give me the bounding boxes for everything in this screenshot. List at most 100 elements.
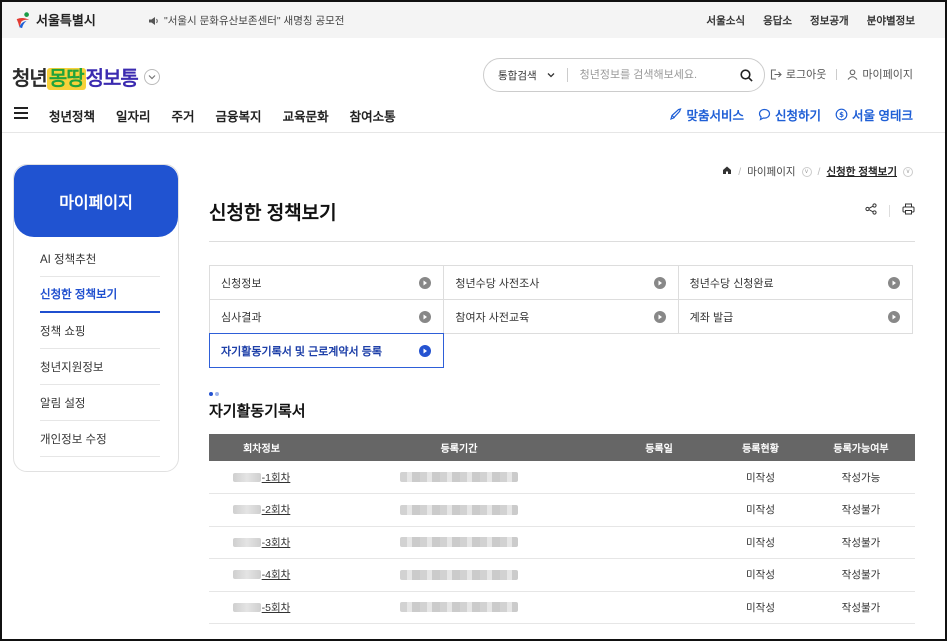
table-row: -5회차 미작성 작성불가 [209, 591, 915, 624]
arrow-circle-icon [887, 276, 900, 289]
round-link[interactable]: -1회차 [232, 470, 290, 485]
account-divider [836, 68, 838, 80]
section-marker [209, 392, 219, 396]
sidebar-item-policy-shopping[interactable]: 정책 쇼핑 [40, 313, 160, 349]
quick-link-custom[interactable]: 맞춤서비스 [669, 105, 744, 124]
search-divider [566, 68, 568, 82]
table-cell-reg-date [604, 461, 714, 494]
search-input[interactable] [579, 69, 730, 81]
table-cell-round: -1회차 [209, 461, 314, 494]
seoul-logo-icon [16, 11, 30, 28]
table-cell-reg-date [604, 558, 714, 592]
arrow-circle-icon [419, 310, 432, 323]
svg-text:$: $ [839, 111, 844, 119]
utility-link-response[interactable]: 응답소 [763, 13, 792, 28]
sub-nav-activity-record[interactable]: 자기활동기록서 및 근로계약서 등록 [209, 333, 445, 368]
table-cell-reg-date [604, 526, 714, 559]
utility-link-news[interactable]: 서울소식 [706, 13, 745, 28]
sub-nav-account-issue[interactable]: 계좌 발급 [677, 299, 913, 334]
arrow-circle-icon [887, 310, 900, 323]
redacted-text [232, 505, 261, 515]
arrow-circle-icon [653, 310, 666, 323]
sub-nav-row: 심사결과 참여자 사전교육 계좌 발급 [209, 299, 915, 334]
sidebar-item-notifications[interactable]: 알림 설정 [40, 385, 160, 421]
chevron-down-icon[interactable]: v [903, 166, 913, 177]
share-icon[interactable] [865, 202, 877, 220]
title-divider [209, 241, 915, 242]
table-cell-reg-date [604, 591, 714, 624]
search-bar: 통합검색 [483, 58, 765, 92]
table-header-status: 등록현황 [714, 434, 807, 461]
brand-logo[interactable]: 청년 몽땅 정보통 [12, 62, 160, 91]
table-row: -4회차 미작성 작성불가 [209, 558, 915, 592]
sub-nav-application-complete[interactable]: 청년수당 신청완료 [677, 265, 913, 300]
utility-links: 서울소식 응답소 정보공개 분야별정보 [706, 13, 915, 28]
logout-link[interactable]: 로그아웃 [770, 66, 826, 82]
sub-nav-label: 계좌 발급 [689, 311, 734, 324]
menu-item-housing[interactable]: 주거 [172, 106, 195, 125]
table-row: -3회차 미작성 작성불가 [209, 526, 915, 559]
breadcrumb-current[interactable]: 신청한 정책보기 [826, 164, 897, 179]
table-header-period: 등록기간 [314, 434, 604, 461]
sub-nav-label: 심사결과 [221, 311, 262, 324]
seoul-logo[interactable]: 서울특별시 [14, 10, 96, 29]
table-cell-period [314, 526, 604, 559]
breadcrumb: / 마이페이지 v / 신청한 정책보기 v [722, 164, 913, 179]
breadcrumb-mypage[interactable]: 마이페이지 [747, 164, 795, 179]
home-icon[interactable] [722, 165, 732, 178]
redacted-text [232, 472, 261, 482]
page-frame: 서울특별시 "서울시 문화유산보존센터" 새명칭 공모전 서울소식 응답소 정보… [0, 0, 947, 641]
redacted-text [400, 504, 518, 515]
table-cell-round: -4회차 [209, 558, 314, 592]
section-marker-dot [215, 392, 219, 396]
notice-text: "서울시 문화유산보존센터" 새명칭 공모전 [164, 15, 345, 27]
table-header-round: 회차정보 [209, 434, 314, 461]
round-link[interactable]: -4회차 [232, 567, 290, 582]
menu-item-education[interactable]: 교육문화 [283, 106, 329, 125]
chevron-down-icon[interactable] [143, 68, 160, 85]
quick-link-youngtech[interactable]: $ 서울 영테크 [835, 105, 913, 124]
arrow-circle-icon [419, 344, 432, 357]
sidebar-item-applied-policies[interactable]: 신청한 정책보기 [40, 277, 160, 313]
round-link[interactable]: -3회차 [232, 535, 290, 550]
utility-link-disclosure[interactable]: 정보공개 [810, 13, 849, 28]
table-cell-period [314, 493, 604, 527]
sidebar-item-youth-support[interactable]: 청년지원정보 [40, 349, 160, 385]
breadcrumb-separator: / [817, 165, 821, 178]
sub-nav-review-result[interactable]: 심사결과 [209, 299, 445, 334]
page-tools [865, 202, 915, 220]
brand-part-1: 청년 [12, 68, 48, 90]
search-button[interactable] [738, 67, 754, 83]
table-cell-period [314, 591, 604, 624]
quick-links: 맞춤서비스 신청하기 $ 서울 영테크 [669, 105, 913, 124]
table-cell-availability[interactable]: 작성가능 [807, 461, 915, 494]
round-link[interactable]: -2회차 [232, 502, 290, 517]
round-link[interactable]: -5회차 [232, 600, 290, 615]
menu-item-participation[interactable]: 참여소통 [350, 106, 396, 125]
table-cell-round: -3회차 [209, 526, 314, 559]
menu-item-finance[interactable]: 금융복지 [216, 106, 262, 125]
redacted-text [400, 569, 518, 580]
hamburger-icon[interactable] [14, 107, 28, 119]
main-navigation: 청년정책 일자리 주거 금융복지 교육문화 참여소통 맞춤서비스 신청하기 $ … [2, 97, 945, 133]
quick-link-apply[interactable]: 신청하기 [758, 105, 821, 124]
menu-item-policy[interactable]: 청년정책 [49, 106, 95, 125]
notice[interactable]: "서울시 문화유산보존센터" 새명칭 공모전 [148, 13, 344, 28]
print-icon[interactable] [902, 202, 915, 220]
tools-divider [889, 205, 890, 217]
redacted-text [400, 472, 518, 483]
mypage-link[interactable]: 마이페이지 [847, 66, 913, 82]
chevron-down-icon[interactable]: v [801, 166, 812, 177]
table-cell-round: -5회차 [209, 591, 314, 624]
menu-item-jobs[interactable]: 일자리 [116, 106, 151, 125]
sidebar-item-profile[interactable]: 개인정보 수정 [40, 421, 160, 457]
sub-nav-application-info[interactable]: 신청정보 [209, 265, 445, 300]
sub-nav-pre-survey[interactable]: 청년수당 사전조사 [443, 265, 679, 300]
sidebar-item-ai-recommend[interactable]: AI 정책추천 [40, 241, 160, 277]
table-cell-status: 미작성 [714, 526, 807, 559]
sub-nav-pre-education[interactable]: 참여자 사전교육 [443, 299, 679, 334]
chevron-down-icon [547, 73, 555, 78]
utility-link-category[interactable]: 분야별정보 [867, 13, 915, 28]
search-scope-select[interactable]: 통합검색 [498, 68, 555, 83]
utility-bar: 서울특별시 "서울시 문화유산보존센터" 새명칭 공모전 서울소식 응답소 정보… [2, 2, 945, 38]
